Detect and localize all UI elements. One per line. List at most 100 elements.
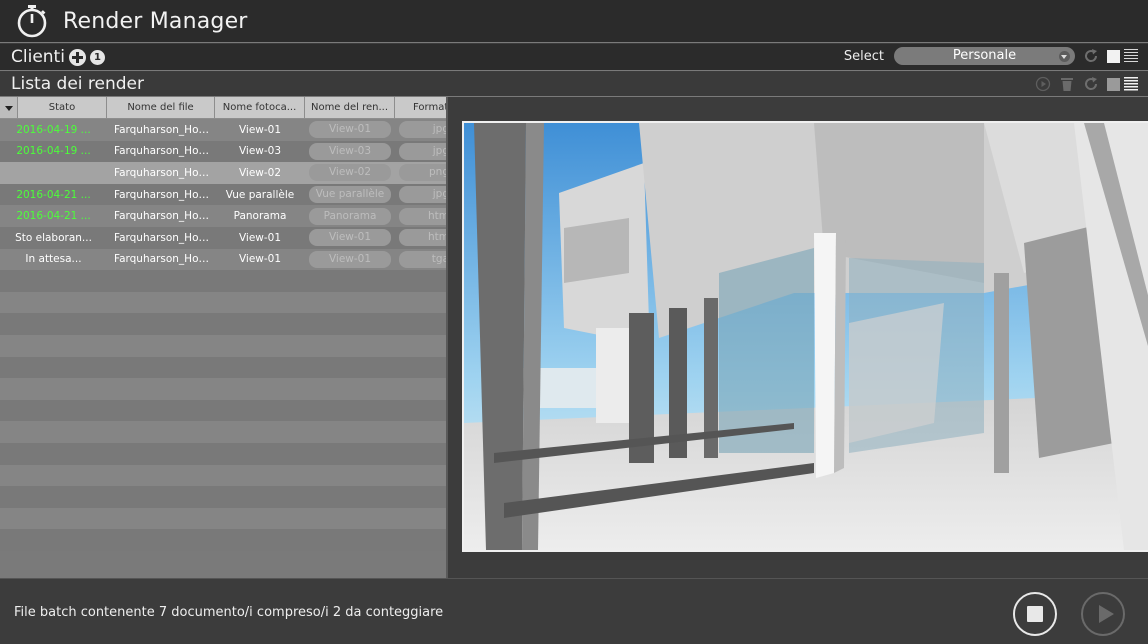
table-row[interactable]: Farquharson_House... View-02 View-02 png (0, 162, 446, 184)
row-file-name: Farquharson_House... (114, 253, 215, 266)
sort-menu-button[interactable] (0, 97, 18, 118)
row-render-name-field[interactable]: View-01 (309, 229, 391, 247)
render-list-label: Lista dei render (11, 74, 145, 94)
row-format[interactable]: jpg (395, 142, 446, 160)
column-header-file[interactable]: Nome del file (107, 97, 215, 118)
row-format-field[interactable]: htm (399, 207, 446, 225)
refresh-icon[interactable] (1083, 48, 1099, 64)
list-view-icon[interactable] (1124, 49, 1138, 63)
row-render-name[interactable]: View-01 (305, 121, 395, 139)
row-render-name-field[interactable]: Panorama (309, 207, 391, 225)
row-render-name-field[interactable]: View-01 (309, 250, 391, 268)
architectural-render-image (464, 123, 1148, 550)
render-preview-image (462, 121, 1148, 552)
row-format[interactable]: png (395, 164, 446, 182)
footer-bar: File batch contenente 7 documento/i comp… (0, 578, 1148, 644)
client-select[interactable]: Personale (894, 47, 1075, 65)
empty-table-row (0, 442, 446, 465)
single-view-icon[interactable] (1107, 77, 1120, 91)
column-header-format[interactable]: Format (395, 97, 446, 118)
clients-count-badge: 1 (89, 49, 105, 65)
row-format[interactable]: jpg (395, 186, 446, 204)
empty-table-row (0, 529, 446, 551)
empty-table-row (0, 291, 446, 314)
row-camera-name: View-03 (238, 145, 282, 158)
row-format-field[interactable]: htm (399, 229, 446, 247)
select-area: Select Personale (844, 47, 1138, 65)
row-format-field[interactable]: tga (399, 250, 446, 268)
play-circle-icon[interactable] (1035, 76, 1051, 92)
table-row[interactable]: 2016-04-19 ... Farquharson_House... View-0… (0, 140, 446, 163)
row-render-name-field[interactable]: View-02 (309, 164, 391, 182)
row-format-field[interactable]: jpg (399, 142, 446, 160)
row-camera-name: Panorama (233, 210, 287, 223)
empty-table-row (0, 378, 446, 400)
empty-table-row (0, 399, 446, 422)
column-header-status[interactable]: Stato (18, 97, 107, 118)
render-list-tools (1027, 76, 1138, 92)
row-status: 2016-04-19 ... (16, 123, 91, 136)
title-bar: Render Manager (0, 0, 1148, 43)
empty-table-row (0, 356, 446, 379)
add-client-button[interactable] (68, 48, 86, 66)
batch-status-text: File batch contenente 7 documento/i comp… (14, 605, 444, 620)
row-format[interactable]: htm (395, 207, 446, 225)
table-row[interactable]: 2016-04-21 ... Farquharson_House... Vue pa… (0, 183, 446, 206)
table-row[interactable]: 2016-04-21 ... Farquharson_House... Panora… (0, 205, 446, 227)
row-file-name: Farquharson_House... (114, 210, 215, 223)
row-format[interactable]: jpg (395, 121, 446, 139)
render-table: Stato Nome del file Nome fotoca... Nome … (0, 97, 448, 578)
row-render-name[interactable]: View-02 (305, 164, 395, 182)
stop-button[interactable] (1013, 592, 1057, 636)
row-camera-name: Vue parallèle (225, 188, 295, 201)
chevron-down-icon (1059, 51, 1070, 62)
app-title: Render Manager (63, 8, 248, 34)
row-render-name-field[interactable]: Vue parallèle (309, 186, 391, 204)
render-list-bar: Lista dei render (0, 72, 1148, 97)
empty-table-row (0, 421, 446, 443)
list-view-icon[interactable] (1124, 77, 1138, 91)
row-file-name: Farquharson_House... (114, 145, 215, 158)
start-button[interactable] (1081, 592, 1125, 636)
column-header-render[interactable]: Nome del ren... (305, 97, 395, 118)
row-render-name[interactable]: View-03 (305, 142, 395, 160)
table-row[interactable]: In attesa... Farquharson_House... View-01 V… (0, 248, 446, 271)
refresh-icon[interactable] (1083, 76, 1099, 92)
row-render-name[interactable]: View-01 (305, 229, 395, 247)
empty-table-row (0, 486, 446, 508)
row-file-name: Farquharson_House... (114, 188, 215, 201)
row-camera-name: View-01 (238, 123, 282, 136)
row-camera-name: View-02 (238, 166, 282, 179)
row-format-field[interactable]: jpg (399, 121, 446, 139)
empty-table-row (0, 313, 446, 335)
row-status: 2016-04-19 ... (16, 145, 91, 158)
row-status: 2016-04-21 ... (16, 188, 91, 201)
table-row[interactable]: 2016-04-19 ... Farquharson_House... View-0… (0, 119, 446, 141)
client-select-value: Personale (952, 48, 1017, 63)
table-body: 2016-04-19 ... Farquharson_House... View-0… (0, 119, 446, 560)
row-status: Sto elaboran... (15, 231, 92, 244)
row-render-name-field[interactable]: View-03 (309, 142, 391, 160)
row-format[interactable]: tga (395, 250, 446, 268)
row-camera-name: View-01 (238, 231, 282, 244)
row-camera-name: View-01 (238, 253, 282, 266)
row-render-name[interactable]: Vue parallèle (305, 186, 395, 204)
row-render-name[interactable]: Panorama (305, 207, 395, 225)
column-header-camera[interactable]: Nome fotoca... (215, 97, 305, 118)
row-render-name-field[interactable]: View-01 (309, 121, 391, 139)
row-format-field[interactable]: jpg (399, 186, 446, 204)
preview-pane (450, 97, 1148, 578)
empty-table-row (0, 270, 446, 292)
row-status: In attesa... (25, 253, 82, 266)
single-view-icon[interactable] (1107, 49, 1120, 63)
trash-icon[interactable] (1059, 76, 1075, 92)
row-file-name: Farquharson_House... (114, 123, 215, 136)
clients-label: Clienti (11, 47, 65, 67)
row-format[interactable]: htm (395, 229, 446, 247)
row-render-name[interactable]: View-01 (305, 250, 395, 268)
row-format-field[interactable]: png (399, 164, 446, 182)
table-row[interactable]: Sto elaboran... Farquharson_House... View-… (0, 226, 446, 249)
empty-table-row (0, 507, 446, 530)
row-status: 2016-04-21 ... (16, 210, 91, 223)
empty-table-row (0, 464, 446, 487)
